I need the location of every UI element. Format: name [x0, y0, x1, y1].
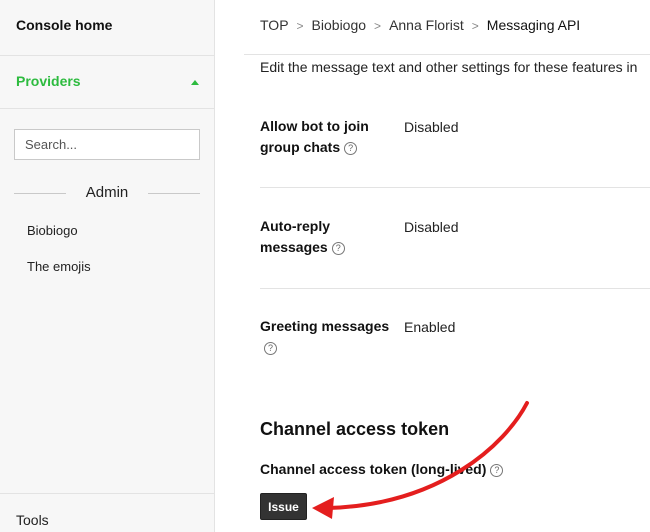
providers-toggle[interactable]: Providers [16, 73, 81, 89]
help-icon[interactable]: ? [264, 341, 277, 355]
console-home-link[interactable]: Console home [16, 17, 112, 33]
sidebar-divider [0, 493, 215, 494]
breadcrumb-item-anna-florist[interactable]: Anna Florist [389, 17, 464, 33]
admin-divider-left [14, 193, 66, 194]
chevron-right-icon: > [471, 19, 479, 33]
setting-value-greeting: Enabled [404, 319, 456, 335]
row-divider [260, 288, 650, 289]
help-icon[interactable]: ? [331, 241, 345, 255]
breadcrumb-item-biobiogo[interactable]: Biobiogo [312, 17, 367, 33]
breadcrumb: TOP > Biobiogo > Anna Florist > Messaging API [260, 17, 580, 33]
setting-value-auto-reply: Disabled [404, 219, 459, 235]
annotation-arrow-head [312, 497, 334, 519]
setting-label-greeting: Greeting messages? [260, 318, 390, 355]
search-input[interactable] [14, 129, 200, 160]
sidebar-item-biobiogo[interactable]: Biobiogo [27, 223, 78, 238]
header-divider [244, 54, 650, 55]
breadcrumb-item-messaging-api: Messaging API [486, 17, 581, 33]
section-title-channel-access-token: Channel access token [260, 419, 450, 439]
sidebar-divider [0, 108, 215, 109]
admin-section-heading: Admin [85, 184, 129, 201]
admin-divider-right [148, 193, 200, 194]
setting-label-allow-bot: Allow bot to join group chats? [260, 118, 369, 155]
token-label: Channel access token (long-lived)? [260, 461, 504, 477]
setting-label-auto-reply: Auto-reply messages? [260, 216, 395, 258]
row-divider [260, 187, 650, 188]
chevron-right-icon: > [374, 19, 382, 33]
setting-value-allow-bot: Disabled [404, 119, 459, 135]
caret-up-icon[interactable] [191, 80, 199, 85]
chevron-right-icon: > [296, 19, 304, 33]
sidebar-divider [0, 55, 215, 56]
help-icon[interactable]: ? [344, 141, 358, 155]
help-icon[interactable]: ? [490, 463, 504, 477]
breadcrumb-item-top[interactable]: TOP [260, 17, 289, 33]
issue-button[interactable]: Issue [260, 493, 307, 520]
intro-text: Edit the message text and other settings… [260, 59, 638, 75]
sidebar: Console home Providers Admin Biobiogo Th… [0, 0, 215, 532]
tools-link[interactable]: Tools [16, 512, 49, 528]
sidebar-item-the-emojis[interactable]: The emojis [27, 259, 91, 274]
